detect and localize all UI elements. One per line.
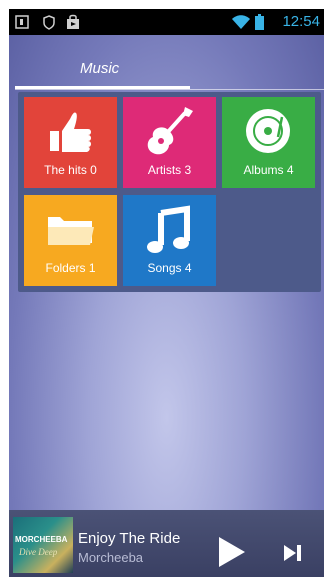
clock-time: 12:54 — [282, 13, 320, 30]
folder-icon — [48, 217, 94, 245]
tile-folders[interactable]: Folders 1 — [24, 195, 117, 286]
play-icon[interactable] — [217, 535, 247, 569]
status-bar: 12:54 — [9, 9, 324, 35]
album-cover: MORCHEEBA Dive Deep — [13, 517, 73, 573]
guitar-icon — [147, 107, 193, 155]
tile-label: The hits 0 — [44, 163, 97, 177]
battery-icon — [255, 14, 264, 30]
notification-1-icon — [15, 15, 29, 29]
tile-songs[interactable]: Songs 4 — [123, 195, 216, 286]
skip-next-icon[interactable] — [282, 543, 302, 563]
tile-label: Folders 1 — [45, 261, 96, 275]
now-playing-bar[interactable]: MORCHEEBA Dive Deep Enjoy The Ride Morch… — [9, 510, 324, 577]
cover-subtext: Dive Deep — [19, 547, 58, 557]
tab-bar: Music — [9, 35, 324, 91]
tile-label: Artists 3 — [147, 163, 192, 177]
thumbs-up-icon — [50, 112, 91, 152]
track-artist: Morcheeba — [78, 550, 144, 565]
tile-label: Songs 4 — [147, 261, 192, 275]
tab-divider — [15, 89, 324, 90]
cover-text: MORCHEEBA — [15, 535, 68, 544]
tile-label: Albums 4 — [243, 163, 294, 177]
store-bag-icon — [67, 14, 79, 29]
wifi-icon — [232, 15, 250, 29]
tile-artists[interactable]: Artists 3 — [123, 97, 216, 188]
tile-albums[interactable]: Albums 4 — [222, 97, 315, 188]
app-screen: 12:54 Music The hits 0 Artists 3 Albums … — [9, 9, 324, 577]
tab-music[interactable]: Music — [80, 60, 119, 77]
shield-icon — [43, 15, 55, 30]
track-title: Enjoy The Ride — [78, 530, 181, 547]
category-grid: The hits 0 Artists 3 Albums 4 Folders 1 … — [18, 92, 321, 292]
vinyl-disc-icon — [246, 109, 290, 153]
tile-the-hits[interactable]: The hits 0 — [24, 97, 117, 188]
music-note-icon — [147, 205, 190, 253]
